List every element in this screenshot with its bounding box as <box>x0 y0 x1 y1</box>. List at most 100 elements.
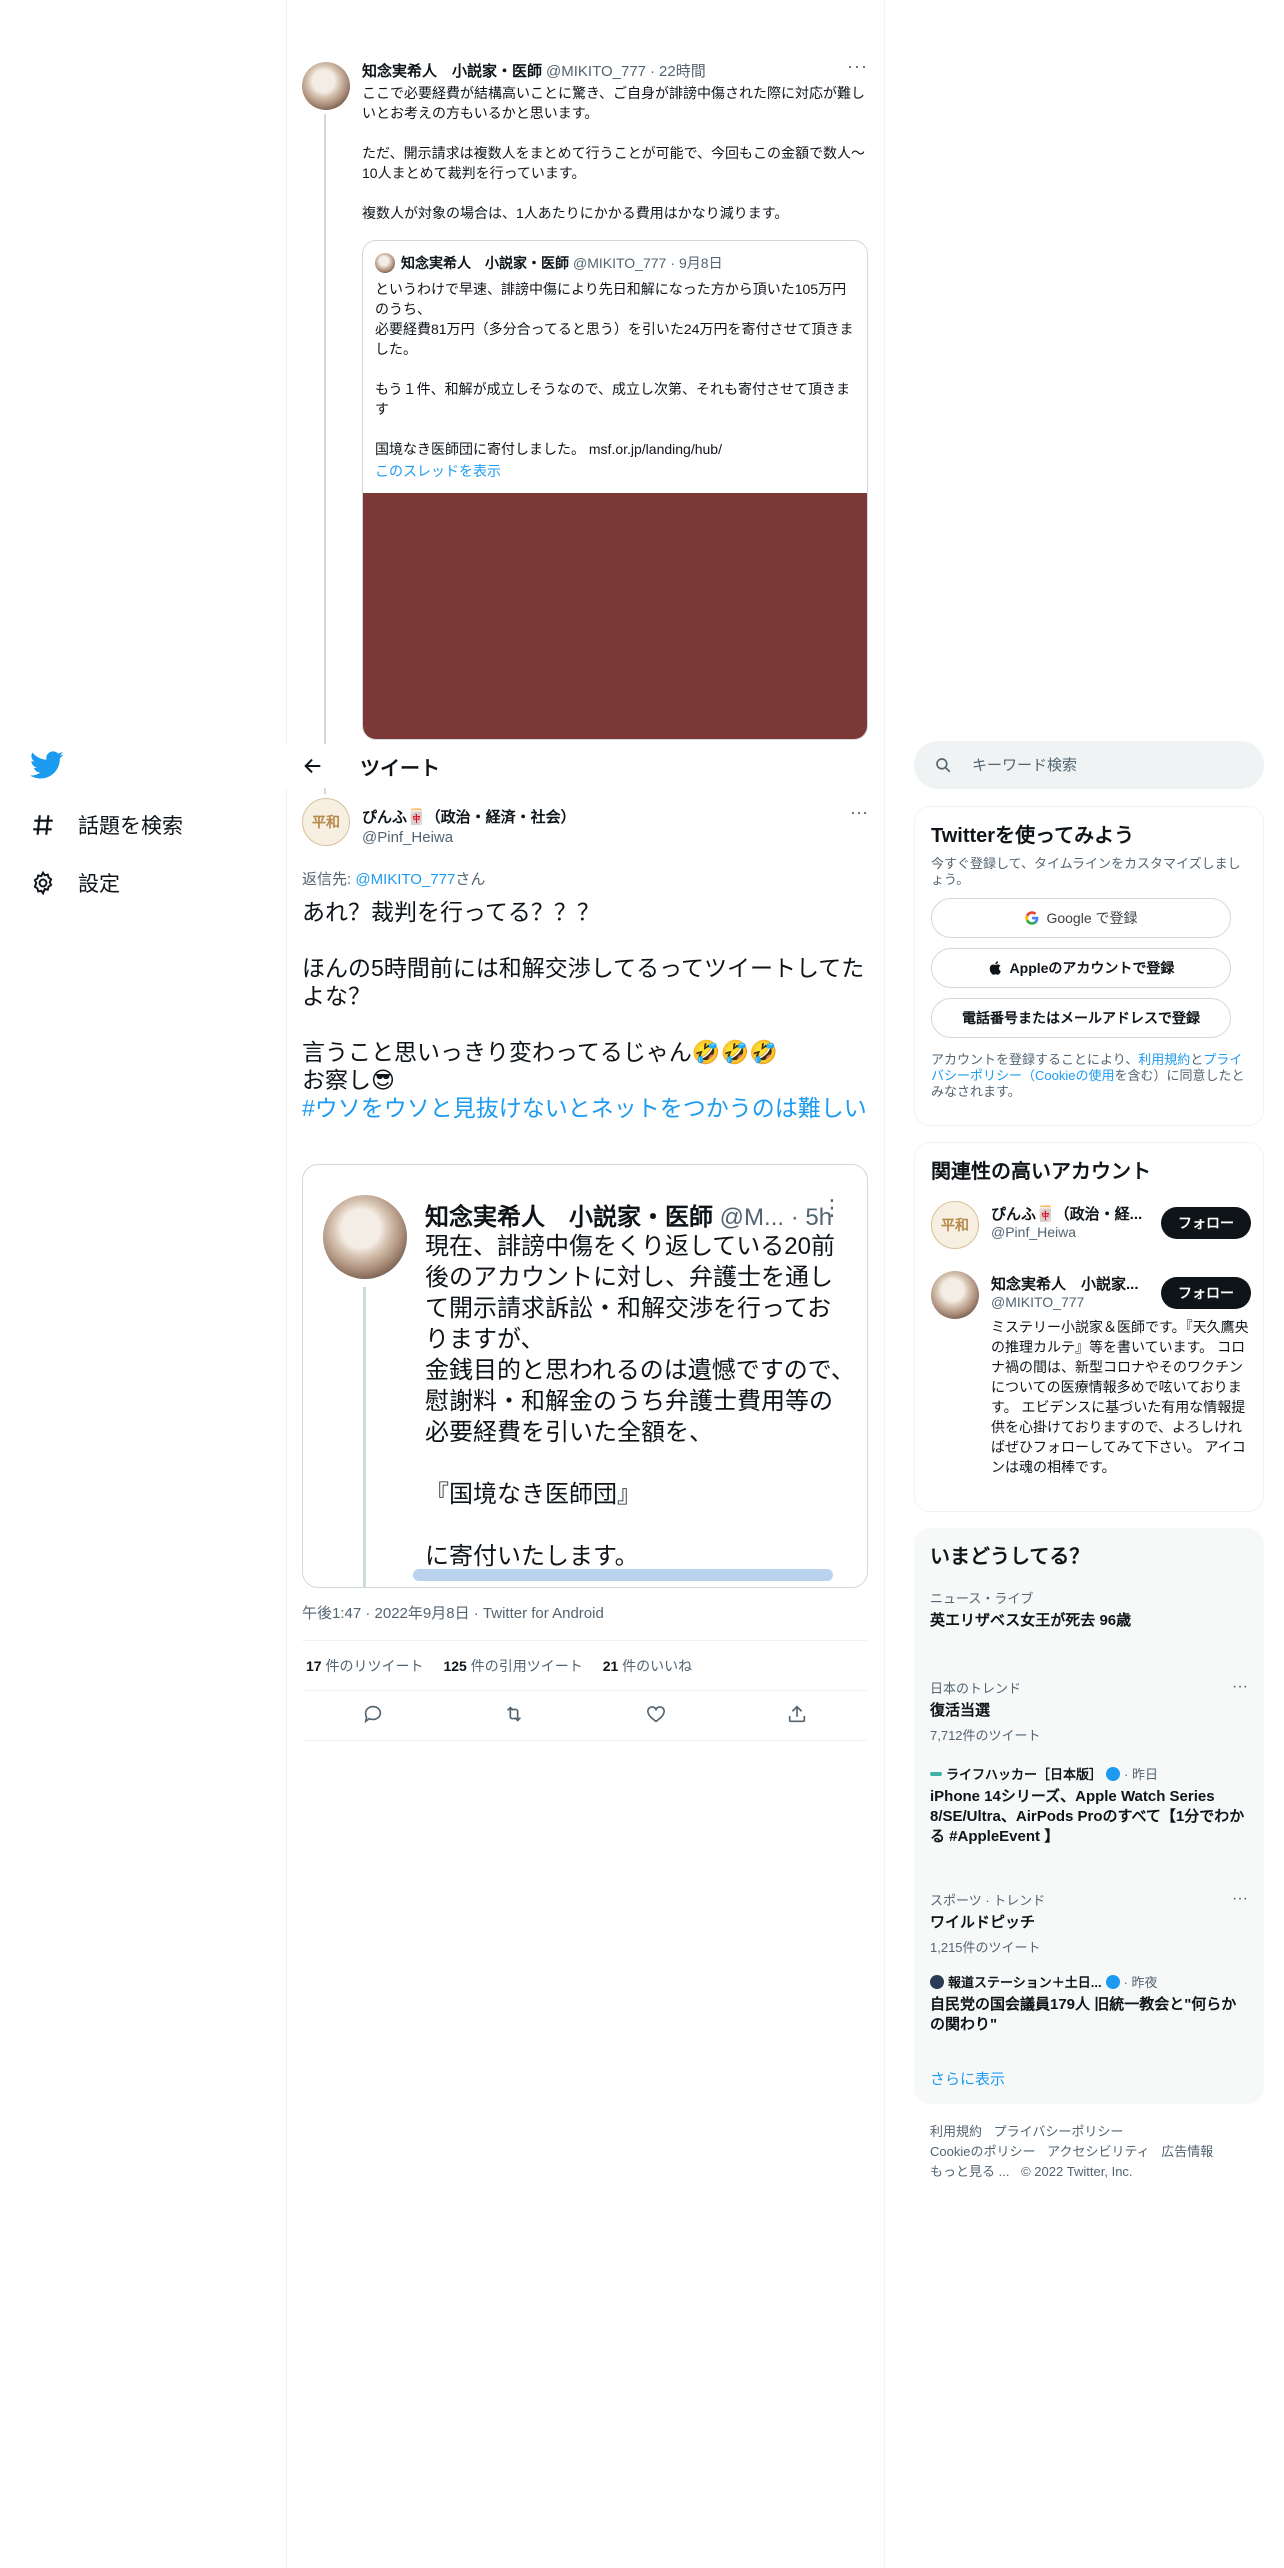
tweet-page-header: ツイート <box>286 744 884 788</box>
apple-signup-button[interactable]: Appleのアカウントで登録 <box>931 948 1231 988</box>
google-signup-button[interactable]: Google で登録 <box>931 898 1231 938</box>
phone-email-signup-button[interactable]: 電話番号またはメールアドレスで登録 <box>931 998 1231 1038</box>
avatar-logo-text: 平和 <box>312 814 340 830</box>
signup-legal-text: アカウントを登録することにより、利用規約とプライバシーポリシー（Cookieの使… <box>915 1038 1263 1100</box>
reply-to-line: 返信先: @MIKITO_777さん <box>302 868 485 889</box>
news-source-name: ライフハッカー［日本版］ <box>946 1767 1103 1782</box>
trend-item[interactable]: ニュース・ライブ 英エリザベス女王が死去 96歳 <box>930 1588 1248 1631</box>
author-name[interactable]: ぴんふ🀄（政治・経済・社会） <box>362 806 576 827</box>
search-input[interactable] <box>972 756 1242 774</box>
reply-icon[interactable] <box>362 1703 384 1725</box>
separator-dot: · <box>670 255 675 271</box>
more-vertical-icon: ⋮ <box>821 1195 843 1220</box>
main-column-right-border <box>884 0 885 2568</box>
trend-item[interactable]: スポーツ · トレンド ··· ワイルドピッチ 1,215件のツイート <box>930 1890 1248 1956</box>
show-more-link[interactable]: さらに表示 <box>930 2068 1005 2089</box>
attached-image[interactable]: 知念実希人 小説家・医師 @M... · 5h ⋮ 現在、誹謗中傷をくり返してい… <box>302 1164 868 1588</box>
author-handle[interactable]: @MIKITO_777 <box>546 63 646 80</box>
search-box[interactable] <box>914 741 1264 789</box>
footer-link[interactable]: アクセシビリティ <box>1047 2144 1150 2159</box>
reply-suffix: さん <box>455 871 486 888</box>
news-source: ライフハッカー［日本版］ · 昨日 <box>930 1764 1248 1783</box>
author-handle[interactable]: @Pinf_Heiwa <box>362 829 576 846</box>
related-account-handle: @Pinf_Heiwa <box>991 1224 1077 1240</box>
twitter-bird-icon[interactable] <box>30 748 64 782</box>
footer-link[interactable]: 広告情報 <box>1161 2144 1213 2159</box>
quoted-author-handle: @MIKITO_777 <box>573 255 667 271</box>
avatar[interactable]: 平和 <box>302 798 350 846</box>
footer-link[interactable]: Cookieのポリシー <box>930 2144 1035 2159</box>
trend-category: 日本のトレンド <box>930 1681 1022 1696</box>
reply-prefix: 返信先: <box>302 871 356 888</box>
left-nav: 話題を検索 設定 <box>30 748 280 912</box>
trend-name: 復活当選 <box>930 1702 991 1719</box>
quote-count-label: 件の引用ツイート <box>466 1658 583 1674</box>
follow-button[interactable]: フォロー <box>1161 1207 1251 1239</box>
news-headline: iPhone 14シリーズ、Apple Watch Series 8/SE/Ul… <box>930 1788 1245 1845</box>
hashtag-link[interactable]: #ウソをウソと見抜けないとネットをつかうのは難しい <box>302 1095 867 1121</box>
thread-line <box>363 1287 366 1587</box>
quoted-tweet[interactable]: 知念実希人 小説家・医師 @MIKITO_777 · 9月8日 というわけで早速… <box>362 240 868 740</box>
avatar[interactable] <box>302 62 350 110</box>
author-block: ぴんふ🀄（政治・経済・社会） @Pinf_Heiwa <box>362 806 576 846</box>
nav-settings[interactable]: 設定 <box>30 854 280 912</box>
screenshot-content: 知念実希人 小説家・医師 @M... · 5h ⋮ 現在、誹謗中傷をくり返してい… <box>313 1175 857 1587</box>
embedded-tweet-header: 知念実希人 小説家・医師 @M... · 5h <box>425 1197 845 1232</box>
footer-link[interactable]: プライバシーポリシー <box>994 2124 1124 2139</box>
news-item[interactable]: ライフハッカー［日本版］ · 昨日 iPhone 14シリーズ、Apple Wat… <box>930 1764 1248 1847</box>
quoted-author-name: 知念実希人 小説家・医師 <box>401 255 569 271</box>
nav-explore-label: 話題を検索 <box>78 815 183 838</box>
follow-button[interactable]: フォロー <box>1161 1277 1251 1309</box>
terms-link[interactable]: 利用規約 <box>1138 1052 1190 1067</box>
main-column-left-border <box>286 0 287 2568</box>
related-accounts-title: 関連性の高いアカウント <box>931 1161 1151 1183</box>
legal-prefix: アカウントを登録することにより、 <box>931 1052 1139 1067</box>
news-item[interactable]: 報道ステーション＋土日... · 昨夜 自民党の国会議員179人 旧統一教会と"何… <box>930 1972 1248 2035</box>
source-logo-icon <box>930 1974 944 1989</box>
news-time: · 昨日 <box>1124 1767 1158 1782</box>
legal-and: と <box>1190 1052 1204 1067</box>
signup-card-title: Twitterを使ってみよう <box>931 825 1135 847</box>
author-name[interactable]: 知念実希人 小説家・医師 <box>362 60 542 81</box>
tweet-time[interactable]: 22時間 <box>659 60 706 81</box>
related-account-handle: @MIKITO_777 <box>991 1294 1085 1310</box>
trend-name: 英エリザベス女王が死去 96歳 <box>930 1612 1132 1629</box>
trend-category: ニュース・ライブ <box>930 1591 1034 1606</box>
news-source: 報道ステーション＋土日... · 昨夜 <box>930 1972 1248 1991</box>
share-icon[interactable] <box>786 1703 808 1725</box>
quoted-tweet-image[interactable] <box>363 493 867 739</box>
more-icon[interactable]: ··· <box>1232 1678 1248 1696</box>
retweet-icon[interactable] <box>503 1703 525 1725</box>
back-arrow-icon[interactable] <box>302 755 324 777</box>
google-icon <box>1025 911 1039 925</box>
trend-tweet-count: 1,215件のツイート <box>930 1940 1041 1955</box>
trend-name: ワイルドピッチ <box>930 1914 1036 1931</box>
quote-count[interactable]: 125 件の引用ツイート <box>443 1656 582 1676</box>
more-icon[interactable]: ··· <box>850 802 868 823</box>
avatar-logo-text: 平和 <box>941 1217 969 1233</box>
news-headline: 自民党の国会議員179人 旧統一教会と"何らかの関わり" <box>930 1996 1237 2033</box>
more-icon[interactable]: ··· <box>847 56 868 77</box>
verified-icon <box>1105 1974 1120 1989</box>
related-account-info: ぴんふ🀄（政治・経... @Pinf_Heiwa <box>991 1203 1161 1240</box>
like-count-label: 件のいいね <box>618 1658 693 1674</box>
tweet-timestamp[interactable]: 午後1:47 · 2022年9月8日 · Twitter for Android <box>302 1602 604 1623</box>
show-thread-link[interactable]: このスレッドを表示 <box>363 459 867 483</box>
trend-item[interactable]: 日本のトレンド ··· 復活当選 7,712件のツイート <box>930 1678 1248 1744</box>
thread-line <box>324 114 326 794</box>
tweet-header: 知念実希人 小説家・医師 @MIKITO_777 · 22時間 <box>362 60 868 81</box>
like-icon[interactable] <box>645 1703 667 1725</box>
retweet-count[interactable]: 17 件のリツイート <box>306 1656 423 1676</box>
reply-mention-link[interactable]: @MIKITO_777 <box>355 871 455 888</box>
related-account-name: ぴんふ🀄（政治・経... <box>991 1206 1143 1223</box>
source-logo-icon <box>930 1771 942 1776</box>
phone-email-signup-label: 電話番号またはメールアドレスで登録 <box>962 1010 1200 1026</box>
nav-explore[interactable]: 話題を検索 <box>30 796 280 854</box>
signup-card: Twitterを使ってみよう 今すぐ登録して、タイムラインをカスタマイズしましょ… <box>914 806 1264 1126</box>
like-count[interactable]: 21 件のいいね <box>603 1656 692 1676</box>
footer-more-link[interactable]: もっと見る ... <box>930 2164 1009 2179</box>
more-icon[interactable]: ··· <box>1232 1890 1248 1908</box>
tweet-text: あれ？裁判を行ってる？？？ ほんの5時間前には和解交渉してるってツイートしてたよ… <box>302 898 868 1122</box>
footer-link[interactable]: 利用規約 <box>930 2124 982 2139</box>
avatar: 平和 <box>931 1201 979 1249</box>
